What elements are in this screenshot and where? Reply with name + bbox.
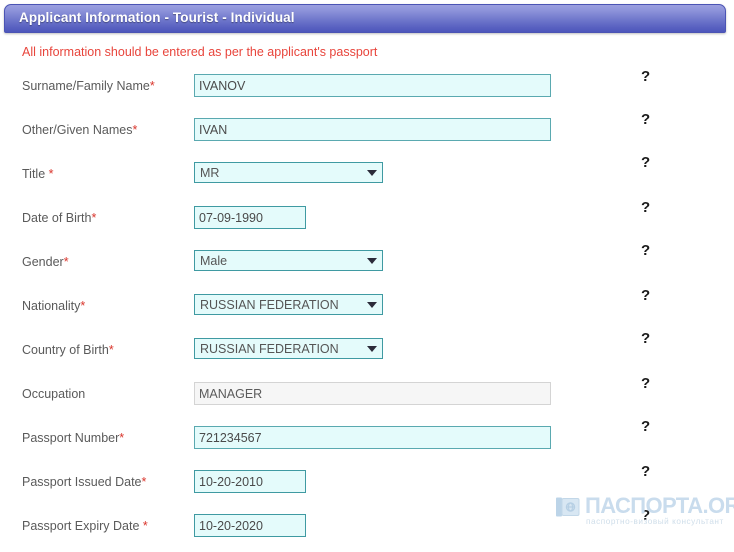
field-wrapper: RUSSIAN FEDERATION — [194, 294, 383, 315]
help-icon-other-given-names[interactable]: ? — [641, 112, 650, 127]
chevron-down-icon[interactable] — [367, 170, 377, 176]
form-row-country-of-birth: Country of Birth* RUSSIAN FEDERATION — [0, 332, 734, 376]
form-row-date-of-birth: Date of Birth* — [0, 200, 734, 244]
field-label-passport-number: Passport Number* — [22, 431, 124, 445]
field-label-text: Passport Number — [22, 431, 120, 445]
input-passport-number[interactable] — [194, 426, 551, 449]
field-label-nationality: Nationality* — [22, 299, 85, 313]
field-label-text: Passport Expiry Date — [22, 519, 143, 533]
field-label-title: Title * — [22, 167, 54, 181]
field-wrapper — [194, 382, 551, 405]
select-value: Male — [200, 254, 228, 268]
page-title: Applicant Information - Tourist - Indivi… — [19, 10, 295, 25]
form-row-surname-family-name: Surname/Family Name* — [0, 68, 734, 112]
help-icon-title[interactable]: ? — [641, 155, 650, 170]
field-label-text: Surname/Family Name — [22, 79, 150, 93]
required-asterisk: * — [91, 211, 97, 225]
field-label-text: Passport Issued Date — [22, 475, 142, 489]
field-label-text: Nationality — [22, 299, 81, 313]
field-label-occupation: Occupation — [22, 387, 85, 401]
field-label-date-of-birth: Date of Birth* — [22, 211, 96, 225]
required-asterisk: * — [132, 123, 138, 137]
help-icon-passport-issued-date[interactable]: ? — [641, 464, 650, 479]
required-asterisk: * — [141, 475, 147, 489]
field-wrapper: MR — [194, 162, 383, 183]
help-icon-surname-family-name[interactable]: ? — [641, 69, 650, 84]
input-passport-issued-date[interactable] — [194, 470, 306, 493]
field-label-text: Country of Birth — [22, 343, 109, 357]
chevron-down-icon[interactable] — [367, 346, 377, 352]
select-country-of-birth[interactable]: RUSSIAN FEDERATION — [194, 338, 383, 359]
select-value: MR — [200, 166, 220, 180]
select-value: RUSSIAN FEDERATION — [200, 342, 339, 356]
applicant-information-form-page: Applicant Information - Tourist - Indivi… — [0, 0, 734, 552]
chevron-down-icon[interactable] — [367, 258, 377, 264]
help-icon-date-of-birth[interactable]: ? — [641, 200, 650, 215]
field-wrapper: RUSSIAN FEDERATION — [194, 338, 383, 359]
help-icon-passport-expiry-date[interactable]: ? — [641, 508, 650, 523]
required-asterisk: * — [80, 299, 86, 313]
select-value: RUSSIAN FEDERATION — [200, 298, 339, 312]
field-wrapper — [194, 426, 551, 449]
field-label-gender: Gender* — [22, 255, 69, 269]
field-wrapper — [194, 74, 551, 97]
field-label-surname-family-name: Surname/Family Name* — [22, 79, 155, 93]
required-asterisk: * — [149, 79, 155, 93]
input-occupation — [194, 382, 551, 405]
field-label-passport-expiry-date: Passport Expiry Date * — [22, 519, 148, 533]
field-label-text: Gender — [22, 255, 64, 269]
field-label-text: Title — [22, 167, 49, 181]
field-wrapper — [194, 514, 306, 537]
field-wrapper: Male — [194, 250, 383, 271]
field-label-other-given-names: Other/Given Names* — [22, 123, 137, 137]
help-icon-occupation[interactable]: ? — [641, 376, 650, 391]
required-asterisk: * — [48, 167, 54, 181]
form-row-gender: Gender* Male — [0, 244, 734, 288]
form-row-passport-number: Passport Number* — [0, 420, 734, 464]
select-nationality[interactable]: RUSSIAN FEDERATION — [194, 294, 383, 315]
field-wrapper — [194, 206, 306, 229]
form-row-passport-expiry-date: Passport Expiry Date * — [0, 508, 734, 552]
field-label-text: Occupation — [22, 387, 86, 401]
required-asterisk: * — [142, 519, 148, 533]
help-icon-nationality[interactable]: ? — [641, 288, 650, 303]
select-gender[interactable]: Male — [194, 250, 383, 271]
field-label-passport-issued-date: Passport Issued Date* — [22, 475, 146, 489]
help-icon-country-of-birth[interactable]: ? — [641, 331, 650, 346]
field-label-text: Other/Given Names — [22, 123, 133, 137]
form-row-other-given-names: Other/Given Names* — [0, 112, 734, 156]
chevron-down-icon[interactable] — [367, 302, 377, 308]
help-icon-gender[interactable]: ? — [641, 243, 650, 258]
input-passport-expiry-date[interactable] — [194, 514, 306, 537]
passport-notice-text: All information should be entered as per… — [22, 45, 378, 59]
required-asterisk: * — [63, 255, 69, 269]
help-icon-passport-number[interactable]: ? — [641, 419, 650, 434]
required-asterisk: * — [108, 343, 114, 357]
input-other-given-names[interactable] — [194, 118, 551, 141]
field-label-text: Date of Birth — [22, 211, 92, 225]
form-row-title: Title * MR — [0, 156, 734, 200]
form-row-passport-issued-date: Passport Issued Date* — [0, 464, 734, 508]
panel-header: Applicant Information - Tourist - Indivi… — [4, 4, 726, 33]
form-field-list: Surname/Family Name*Other/Given Names*Ti… — [0, 68, 734, 552]
input-surname-family-name[interactable] — [194, 74, 551, 97]
field-wrapper — [194, 470, 306, 493]
input-date-of-birth[interactable] — [194, 206, 306, 229]
field-label-country-of-birth: Country of Birth* — [22, 343, 114, 357]
form-row-occupation: Occupation — [0, 376, 734, 420]
field-wrapper — [194, 118, 551, 141]
select-title[interactable]: MR — [194, 162, 383, 183]
required-asterisk: * — [119, 431, 125, 445]
form-row-nationality: Nationality* RUSSIAN FEDERATION — [0, 288, 734, 332]
